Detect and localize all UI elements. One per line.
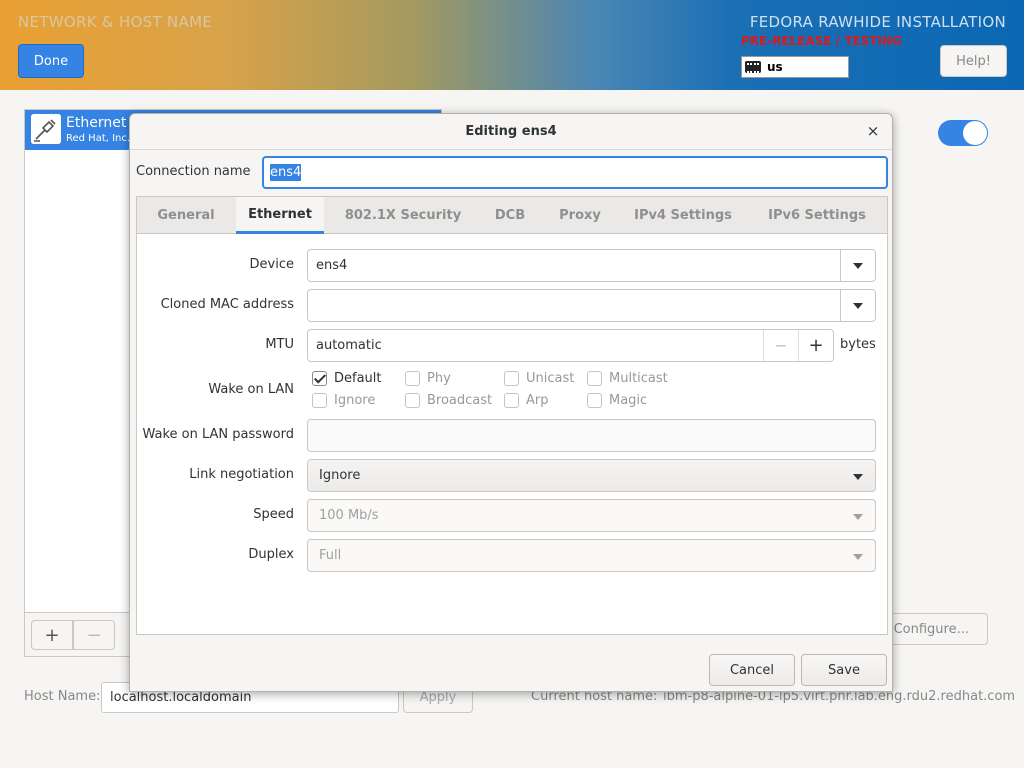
keyboard-icon [745,61,761,73]
mtu-value: automatic [316,338,382,353]
checkbox-box [405,393,420,408]
wol-unicast-checkbox[interactable]: Unicast [504,371,574,386]
mtu-spinbutton[interactable]: automatic − + [307,329,834,362]
wol-default-label: Default [334,371,382,386]
chevron-down-icon [853,514,863,520]
mtu-unit: bytes [840,337,876,352]
speed-label: Speed [253,507,294,522]
wol-arp-checkbox[interactable]: Arp [504,393,549,408]
wol-arp-label: Arp [526,393,549,408]
wol-phy-checkbox[interactable]: Phy [405,371,451,386]
tab-ipv6-settings[interactable]: IPv6 Settings [755,197,879,234]
wol-multicast-label: Multicast [609,371,668,386]
cloned-mac-combo[interactable] [307,289,876,322]
wol-password-label: Wake on LAN password [142,427,294,442]
edit-connection-dialog: Editing ens4 × Connection name ens4 Gene… [129,113,893,692]
checkbox-box [587,371,602,386]
cloned-mac-label: Cloned MAC address [160,297,294,312]
mtu-label: MTU [265,337,294,352]
link-negotiation-dropdown[interactable]: Ignore [307,459,876,492]
tab-dcb[interactable]: DCB [481,197,539,234]
wol-unicast-label: Unicast [526,371,575,386]
configure-button[interactable]: Configure... [880,613,988,645]
toggle-knob [963,121,987,145]
device-combo[interactable]: ens4 [307,249,876,282]
wol-multicast-checkbox[interactable]: Multicast [587,371,668,386]
wol-broadcast-label: Broadcast [427,393,493,408]
chevron-down-icon [853,554,863,560]
wol-password-input[interactable] [307,419,876,452]
tab-ipv4-settings[interactable]: IPv4 Settings [621,197,745,234]
connection-name-value: ens4 [270,164,302,181]
prerelease-label: PRE-RELEASE / TESTING [741,34,902,48]
checkbox-box [312,393,327,408]
keyboard-layout-value: us [767,60,783,74]
checkbox-box [504,393,519,408]
device-value: ens4 [316,258,348,273]
device-name: Ethernet [66,115,127,131]
wol-magic-label: Magic [609,393,648,408]
chevron-down-icon [853,474,863,480]
checkbox-box [312,371,327,386]
checkbox-box [405,371,420,386]
mtu-decrement-button[interactable]: − [763,330,798,361]
cancel-button[interactable]: Cancel [709,654,795,686]
tab-ethernet[interactable]: Ethernet [236,197,324,234]
speed-value: 100 Mb/s [319,508,379,523]
wol-magic-checkbox[interactable]: Magic [587,393,647,408]
duplex-label: Duplex [248,547,294,562]
done-button[interactable]: Done [18,44,84,78]
remove-device-button[interactable]: − [73,620,115,650]
mtu-increment-button[interactable]: + [798,330,833,361]
connection-name-input[interactable]: ens4 [262,156,888,189]
close-icon[interactable]: × [864,122,882,140]
duplex-dropdown[interactable]: Full [307,539,876,572]
tab-general[interactable]: General [147,197,225,234]
wol-ignore-checkbox[interactable]: Ignore [312,393,375,408]
duplex-value: Full [319,548,342,563]
checkbox-box [587,393,602,408]
help-button[interactable]: Help! [940,45,1007,77]
cloned-mac-dropdown-button[interactable] [840,290,875,321]
ethernet-icon [31,114,61,144]
host-name-label: Host Name: [24,689,101,704]
tab-bar: General Ethernet 802.1X Security DCB Pro… [137,197,887,234]
product-title: FEDORA RAWHIDE INSTALLATION [749,13,1006,31]
save-button[interactable]: Save [801,654,887,686]
dialog-title: Editing ens4 [465,124,557,139]
link-negotiation-label: Link negotiation [189,467,294,482]
device-dropdown-button[interactable] [840,250,875,281]
dialog-titlebar: Editing ens4 × [130,114,892,150]
tab-proxy[interactable]: Proxy [549,197,611,234]
device-label: Device [249,257,294,272]
keyboard-layout-indicator[interactable]: us [741,56,849,78]
add-device-button[interactable]: + [31,620,73,650]
wake-on-lan-label: Wake on LAN [208,382,294,397]
anaconda-header: NETWORK & HOST NAME Done FEDORA RAWHIDE … [0,0,1024,90]
spoke-title: NETWORK & HOST NAME [18,13,213,31]
chevron-down-icon [853,263,863,269]
wol-default-checkbox[interactable]: Default [312,371,382,386]
wol-ignore-label: Ignore [334,393,376,408]
tab-802-1x-security[interactable]: 802.1X Security [335,197,471,234]
connection-name-label: Connection name [136,164,251,179]
wol-broadcast-checkbox[interactable]: Broadcast [405,393,492,408]
wol-phy-label: Phy [427,371,451,386]
chevron-down-icon [853,303,863,309]
link-negotiation-value: Ignore [319,468,361,483]
device-enable-toggle[interactable] [938,120,988,146]
checkbox-box [504,371,519,386]
speed-dropdown[interactable]: 100 Mb/s [307,499,876,532]
settings-notebook: General Ethernet 802.1X Security DCB Pro… [136,196,888,635]
